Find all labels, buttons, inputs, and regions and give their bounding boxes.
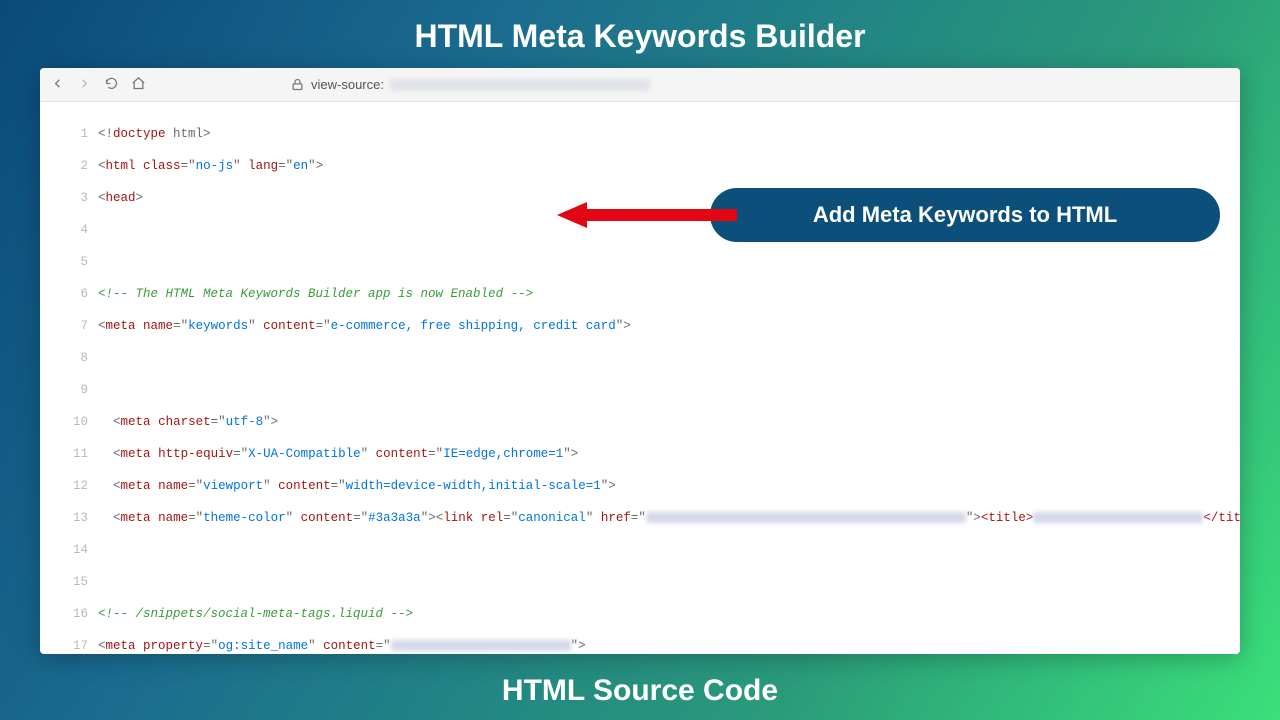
forward-icon[interactable]: [77, 76, 92, 94]
url-bar[interactable]: view-source:: [290, 77, 650, 92]
blurred-text: [1033, 512, 1203, 523]
bottom-title: HTML Source Code: [0, 674, 1280, 708]
home-icon[interactable]: [131, 76, 146, 94]
callout-label: Add Meta Keywords to HTML: [813, 202, 1117, 228]
callout-button[interactable]: Add Meta Keywords to HTML: [710, 188, 1220, 242]
source-code: 1<!doctype html> 2<html class="no-js" la…: [40, 102, 1240, 654]
browser-toolbar: view-source:: [40, 68, 1240, 102]
blurred-text: [391, 640, 571, 651]
reload-icon[interactable]: [104, 76, 119, 94]
page-title: HTML Meta Keywords Builder: [0, 0, 1280, 67]
blurred-url: [390, 79, 650, 91]
arrow-icon: [557, 202, 737, 228]
browser-window: view-source: 1<!doctype html> 2<html cla…: [40, 68, 1240, 654]
lock-icon: [290, 77, 305, 92]
back-icon[interactable]: [50, 76, 65, 94]
url-prefix: view-source:: [311, 77, 384, 92]
blurred-text: [646, 512, 966, 523]
